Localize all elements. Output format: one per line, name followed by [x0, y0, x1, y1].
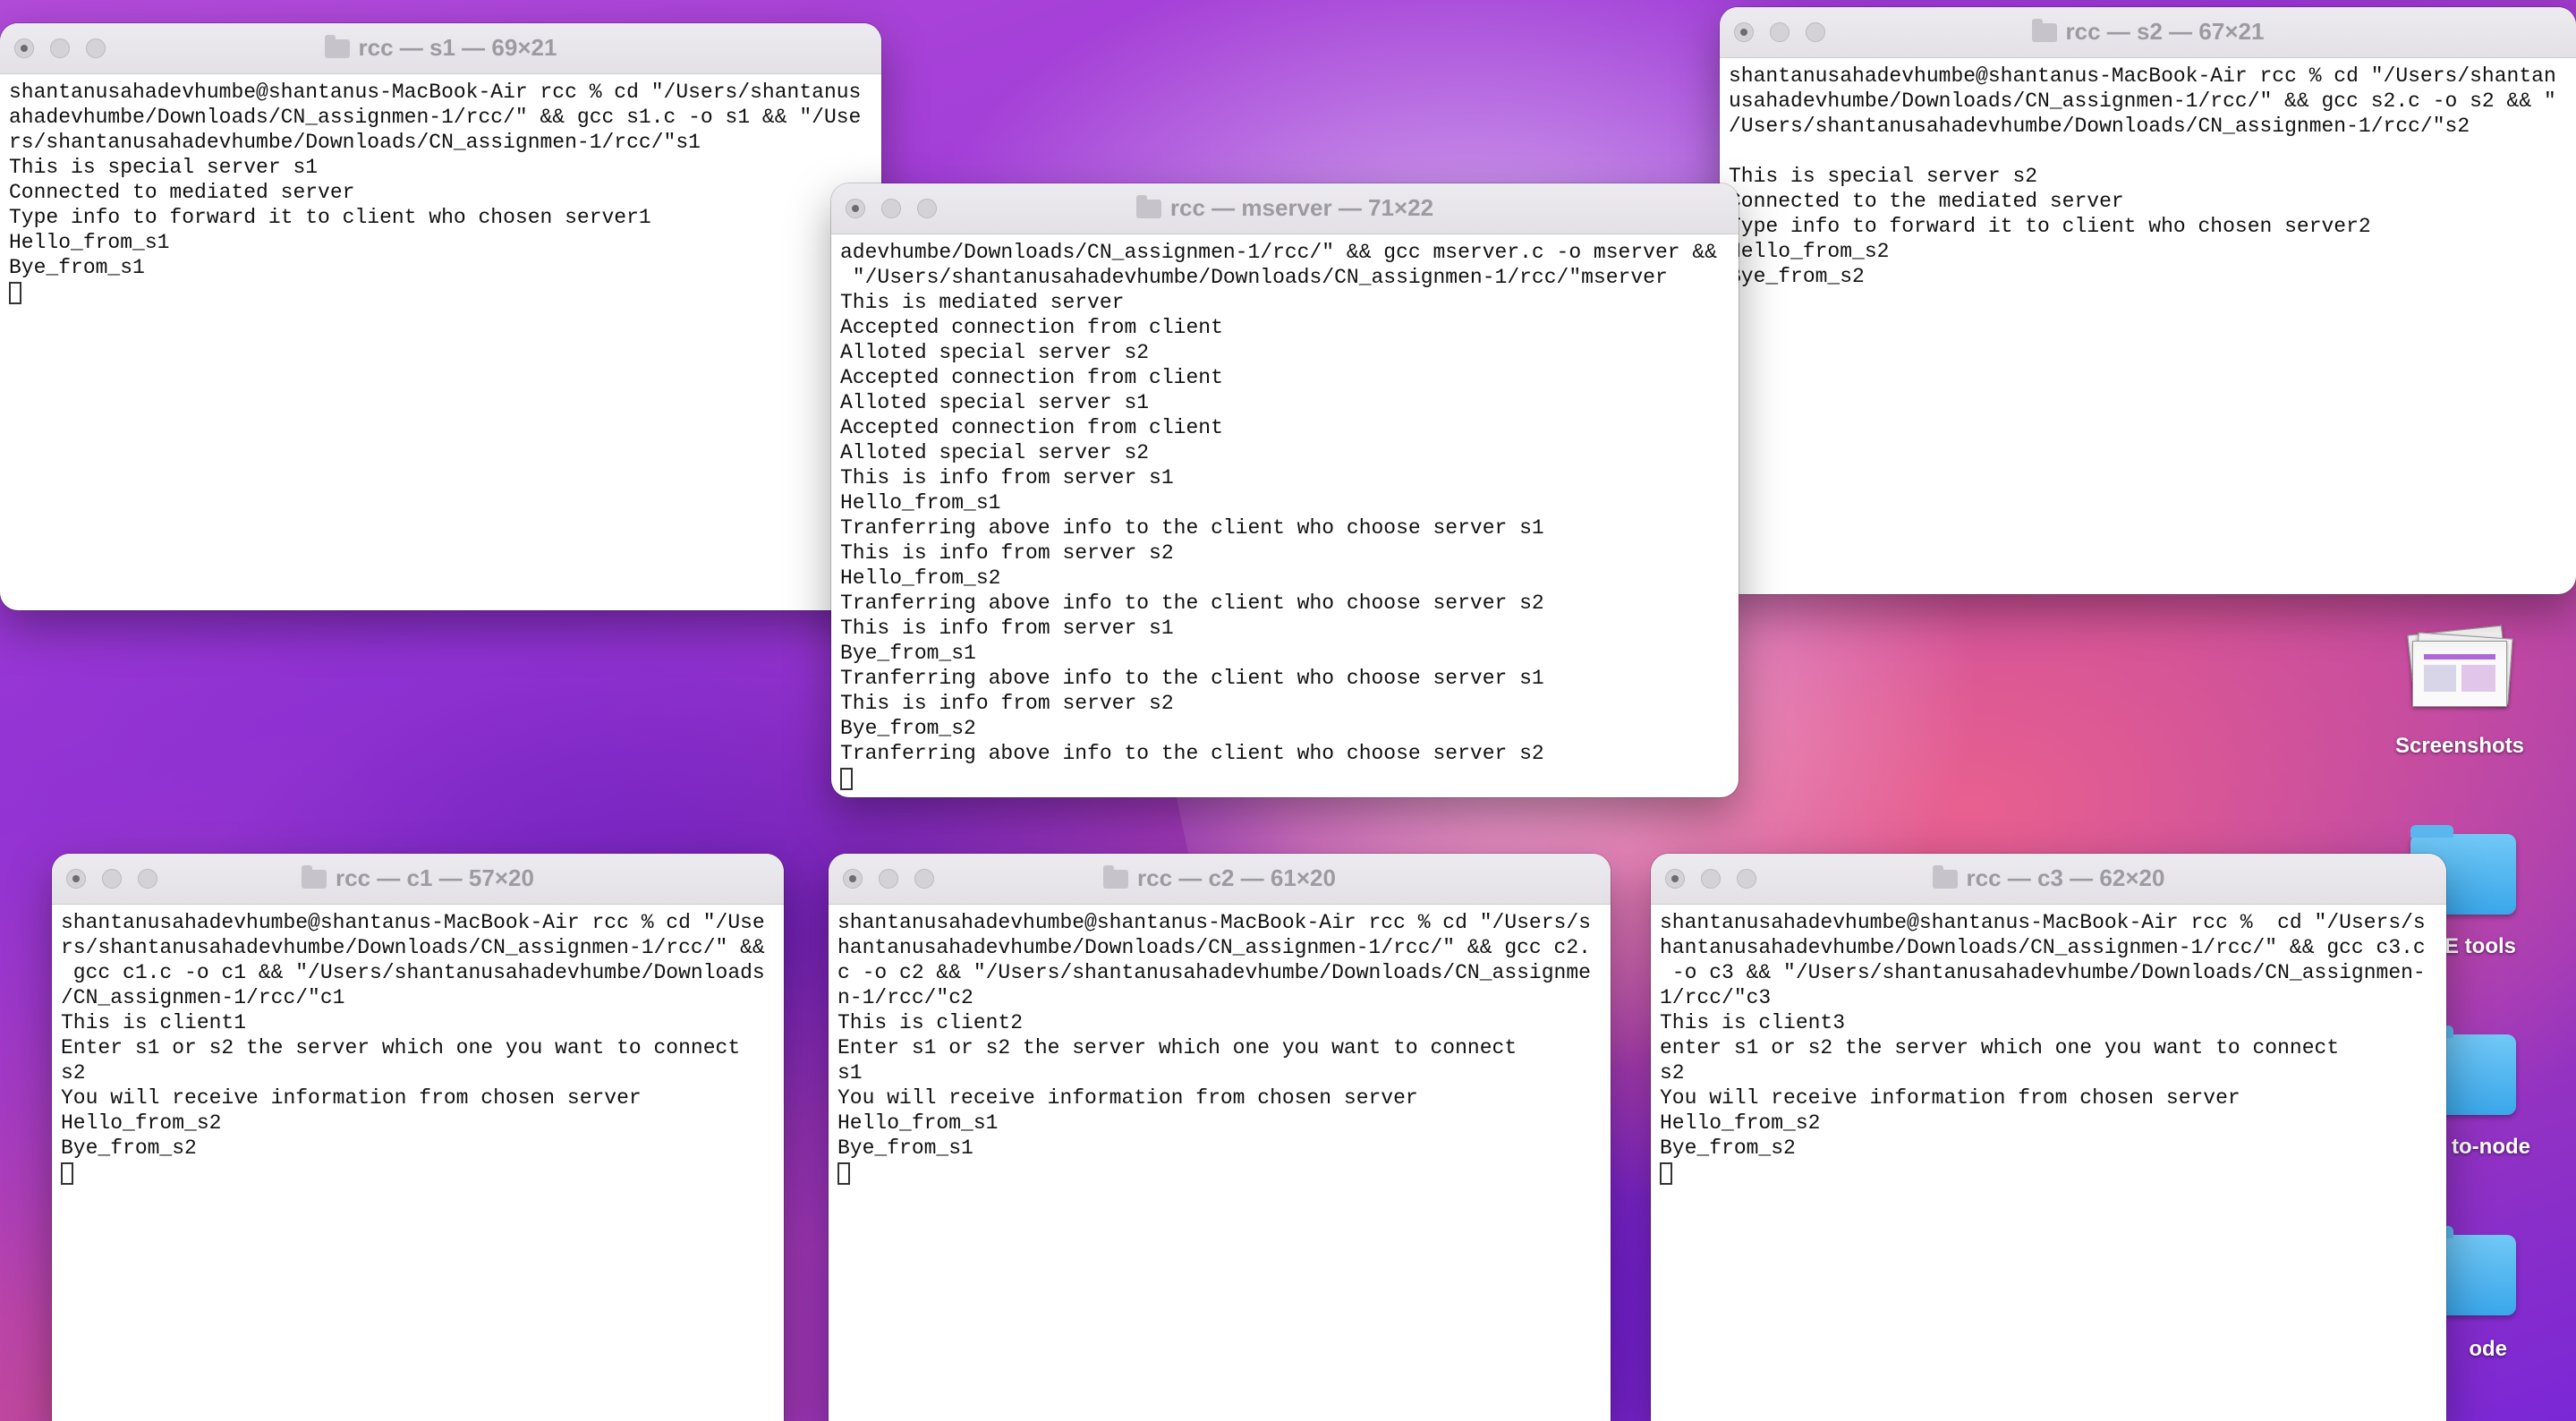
window-title: rcc — c1 — 57×20	[302, 864, 534, 892]
terminal-window-s1[interactable]: rcc — s1 — 69×21 shantanusahadevhumbe@sh…	[0, 23, 881, 610]
zoom-button[interactable]	[1806, 22, 1825, 42]
zoom-button[interactable]	[914, 869, 934, 889]
terminal-window-s2[interactable]: rcc — s2 — 67×21 shantanusahadevhumbe@sh…	[1720, 7, 2576, 594]
terminal-window-c1[interactable]: rcc — c1 — 57×20 shantanusahadevhumbe@sh…	[52, 854, 784, 1421]
folder-icon	[324, 35, 350, 58]
window-titlebar[interactable]: rcc — s2 — 67×21	[1720, 7, 2576, 58]
zoom-button[interactable]	[86, 38, 106, 58]
terminal-output[interactable]: adevhumbe/Downloads/CN_assignmen-1/rcc/"…	[831, 234, 1739, 766]
window-titlebar[interactable]: rcc — c1 — 57×20	[52, 854, 784, 905]
close-button[interactable]	[846, 199, 865, 218]
window-title: rcc — s1 — 69×21	[324, 34, 557, 62]
desktop-label: Screenshots	[2394, 734, 2525, 758]
window-titlebar[interactable]: rcc — mserver — 71×22	[831, 183, 1739, 234]
window-title: rcc — c3 — 62×20	[1932, 864, 2164, 892]
screenshots-thumbnail-icon	[2412, 641, 2507, 707]
terminal-window-mserver[interactable]: rcc — mserver — 71×22 adevhumbe/Download…	[831, 183, 1739, 797]
window-title: rcc — c2 — 61×20	[1103, 864, 1336, 892]
zoom-button[interactable]	[917, 199, 937, 218]
terminal-cursor	[61, 1162, 73, 1185]
close-button[interactable]	[1734, 22, 1754, 42]
minimize-button[interactable]	[1701, 869, 1721, 889]
minimize-button[interactable]	[102, 869, 122, 889]
minimize-button[interactable]	[1770, 22, 1790, 42]
terminal-window-c3[interactable]: rcc — c3 — 62×20 shantanusahadevhumbe@sh…	[1651, 854, 2446, 1421]
folder-icon	[1932, 865, 1958, 889]
minimize-button[interactable]	[879, 869, 898, 889]
zoom-button[interactable]	[138, 869, 157, 889]
terminal-output[interactable]: shantanusahadevhumbe@shantanus-MacBook-A…	[1720, 58, 2576, 289]
terminal-window-c2[interactable]: rcc — c2 — 61×20 shantanusahadevhumbe@sh…	[829, 854, 1611, 1421]
window-titlebar[interactable]: rcc — s1 — 69×21	[0, 23, 881, 74]
terminal-output[interactable]: shantanusahadevhumbe@shantanus-MacBook-A…	[1651, 905, 2446, 1161]
minimize-button[interactable]	[50, 38, 70, 58]
close-button[interactable]	[66, 869, 86, 889]
window-title: rcc — s2 — 67×21	[2031, 18, 2264, 46]
terminal-output[interactable]: shantanusahadevhumbe@shantanus-MacBook-A…	[829, 905, 1611, 1161]
window-title: rcc — mserver — 71×22	[1135, 194, 1433, 222]
folder-icon	[302, 865, 327, 889]
close-button[interactable]	[1665, 869, 1685, 889]
terminal-cursor	[9, 282, 21, 304]
zoom-button[interactable]	[1737, 869, 1756, 889]
close-button[interactable]	[14, 38, 34, 58]
terminal-output[interactable]: shantanusahadevhumbe@shantanus-MacBook-A…	[52, 905, 784, 1161]
terminal-output[interactable]: shantanusahadevhumbe@shantanus-MacBook-A…	[0, 74, 881, 280]
terminal-cursor	[837, 1162, 850, 1185]
folder-icon	[1135, 195, 1161, 218]
folder-icon	[2031, 19, 2057, 42]
window-titlebar[interactable]: rcc — c2 — 61×20	[829, 854, 1611, 905]
terminal-cursor	[1660, 1162, 1672, 1185]
terminal-cursor	[840, 768, 853, 790]
window-titlebar[interactable]: rcc — c3 — 62×20	[1651, 854, 2446, 905]
minimize-button[interactable]	[881, 199, 901, 218]
close-button[interactable]	[843, 869, 863, 889]
folder-icon	[1103, 865, 1129, 889]
